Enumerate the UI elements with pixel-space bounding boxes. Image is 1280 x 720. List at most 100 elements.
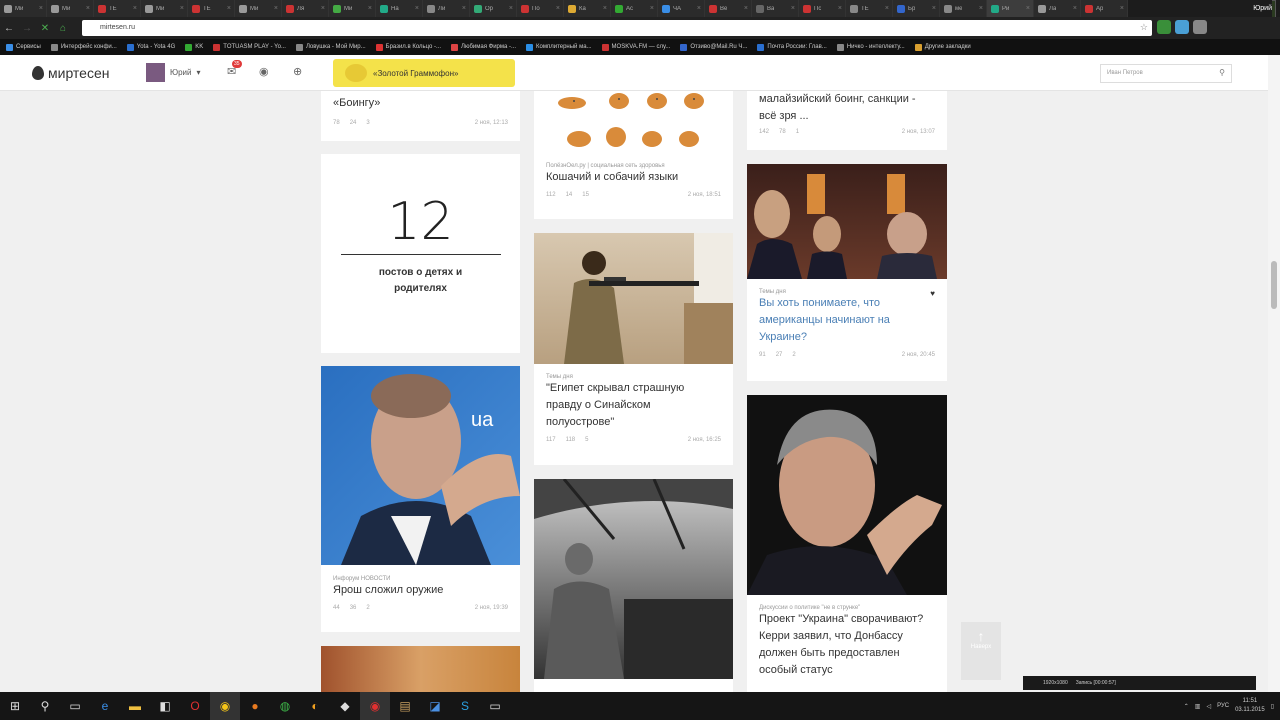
bookmark-item[interactable]: TOTUASM PLAY - Yo... [213,43,286,51]
opera-icon[interactable]: O [180,692,210,720]
post-image[interactable] [534,233,733,364]
browser-tab[interactable]: Ри × [987,0,1034,17]
task-view-icon[interactable]: ▭ [60,692,90,720]
page-scrollbar[interactable] [1268,55,1280,692]
close-tab-icon[interactable]: × [697,5,704,12]
close-tab-icon[interactable]: × [556,5,563,12]
back-icon[interactable]: ← [0,19,18,37]
post-card[interactable]: Темы дня ♥ Вы хоть понимаете, что америк… [747,164,947,381]
post-card[interactable] [534,479,733,692]
bookmark-item[interactable]: KK [185,43,203,51]
explorer-icon[interactable]: ▬ [120,692,150,720]
post-image[interactable] [534,479,733,679]
browser-tab[interactable]: Ар × [1081,0,1128,17]
browser-tab[interactable]: ТЕ × [94,0,141,17]
close-tab-icon[interactable]: × [603,5,610,12]
bookmark-item[interactable]: Отзиво@Mail.Ru Ч... [680,43,747,51]
browser-tab[interactable]: Ор × [470,0,517,17]
bookmark-item[interactable]: Почта России: Глав... [757,43,827,51]
browser-tab[interactable]: Ми × [235,0,282,17]
close-tab-icon[interactable]: × [650,5,657,12]
forward-icon[interactable]: → [18,19,36,37]
scrollbar-thumb[interactable] [1271,261,1277,309]
close-tab-icon[interactable]: × [227,5,234,12]
browser-user-label[interactable]: Юрий [1182,0,1272,17]
close-tab-icon[interactable]: × [979,5,986,12]
bookmark-star-icon[interactable]: ☆ [1140,22,1148,33]
bookmark-item[interactable]: Сервисы [6,43,41,51]
bookmark-item[interactable]: Любимая Фирма -... [451,43,516,51]
home-icon[interactable]: ⌂ [54,19,72,37]
language-indicator[interactable]: РУС [1217,703,1229,709]
bookmark-item[interactable]: MOSKVA.FM — слу... [601,43,670,51]
post-title[interactable]: малайзийский боинг, санкции - всё зря ..… [759,91,935,125]
post-card[interactable]: малайзийский боинг, санкции - всё зря ..… [747,91,947,150]
browser-tab[interactable]: Ми × [47,0,94,17]
close-tab-icon[interactable]: × [415,5,422,12]
close-tab-icon[interactable]: × [1026,5,1033,12]
chrome-icon[interactable]: ◉ [210,692,240,720]
bookmark-item[interactable]: Yota - Yota 4G [126,43,175,51]
stop-icon[interactable]: ✕ [36,19,54,37]
post-card[interactable]: ПолёзнОел.ру | социальная сеть здоровья … [534,91,733,219]
browser-tab[interactable]: Ля × [282,0,329,17]
browser-tab[interactable]: На × [376,0,423,17]
close-tab-icon[interactable]: × [744,5,751,12]
user-menu[interactable]: Юрий ▾ [146,63,200,82]
close-tab-icon[interactable]: × [1120,5,1127,12]
post-image[interactable] [321,646,520,692]
search-icon[interactable]: ⚲ [1219,68,1225,77]
whatsapp-icon[interactable]: ◍ [270,692,300,720]
search-icon[interactable]: ⚲ [30,692,60,720]
extension-icon[interactable] [1157,20,1171,34]
post-title[interactable]: Проект "Украина" сворачивают? Керри заяв… [759,611,935,679]
post-title[interactable]: «Боингу» [333,95,508,112]
close-tab-icon[interactable]: × [321,5,328,12]
firefox-icon[interactable]: ● [240,692,270,720]
post-card[interactable] [321,646,520,692]
post-image[interactable]: ua [321,366,520,565]
app-icon[interactable]: ▤ [390,692,420,720]
globe-icon[interactable]: ⊕ [293,65,302,78]
post-image[interactable] [747,395,947,595]
close-tab-icon[interactable]: × [509,5,516,12]
site-logo[interactable]: миртесен [32,65,109,81]
post-card[interactable]: «Боингу» 78 24 3 2 ноя, 12:13 [321,91,520,141]
post-card[interactable]: ua Инфорум НОВОСТИ Ярош сложил оружие 44… [321,366,520,632]
bookmark-item[interactable]: Ничко - интеллекту... [836,43,905,51]
clock[interactable]: 11:51 03.11.2015 [1235,697,1265,715]
close-tab-icon[interactable]: × [368,5,375,12]
post-image[interactable] [747,164,947,279]
extension-icon[interactable] [1193,20,1207,34]
browser-tab[interactable]: Ми × [141,0,188,17]
browser-tab[interactable]: По × [517,0,564,17]
store-icon[interactable]: ◧ [150,692,180,720]
close-tab-icon[interactable]: × [39,5,46,12]
steam-icon[interactable]: ◆ [330,692,360,720]
browser-tab[interactable]: ТЕ × [846,0,893,17]
browser-tab[interactable]: Ми × [329,0,376,17]
skype-icon[interactable]: S [450,692,480,720]
extension-icon[interactable] [1175,20,1189,34]
close-tab-icon[interactable]: × [86,5,93,12]
promo-banner[interactable]: «Золотой Граммофон» [333,59,515,87]
app-icon[interactable]: ▭ [480,692,510,720]
close-tab-icon[interactable]: × [791,5,798,12]
browser-tab[interactable]: Ли × [423,0,470,17]
address-input[interactable]: mirtesen.ru ☆ [82,20,1152,36]
app-icon[interactable]: ◪ [420,692,450,720]
start-button[interactable]: ⊞ [0,692,30,720]
post-title[interactable]: "Египет скрывал страшную правду о Синайс… [546,380,721,431]
browser-tab[interactable]: ме × [940,0,987,17]
close-tab-icon[interactable]: × [1073,5,1080,12]
post-title[interactable]: Вы хоть понимаете, что американцы начина… [759,295,935,346]
browser-tab[interactable]: Бр × [893,0,940,17]
close-tab-icon[interactable]: × [133,5,140,12]
notification-icon[interactable]: ▯ [1271,703,1274,710]
bookmark-item[interactable]: Комплитерный ма... [526,43,592,51]
network-icon[interactable]: ▥ [1195,703,1201,710]
bookmark-icon[interactable]: ♥ [930,289,935,298]
close-tab-icon[interactable]: × [932,5,939,12]
bookmark-item[interactable]: Другие закладки [914,43,971,51]
close-tab-icon[interactable]: × [885,5,892,12]
